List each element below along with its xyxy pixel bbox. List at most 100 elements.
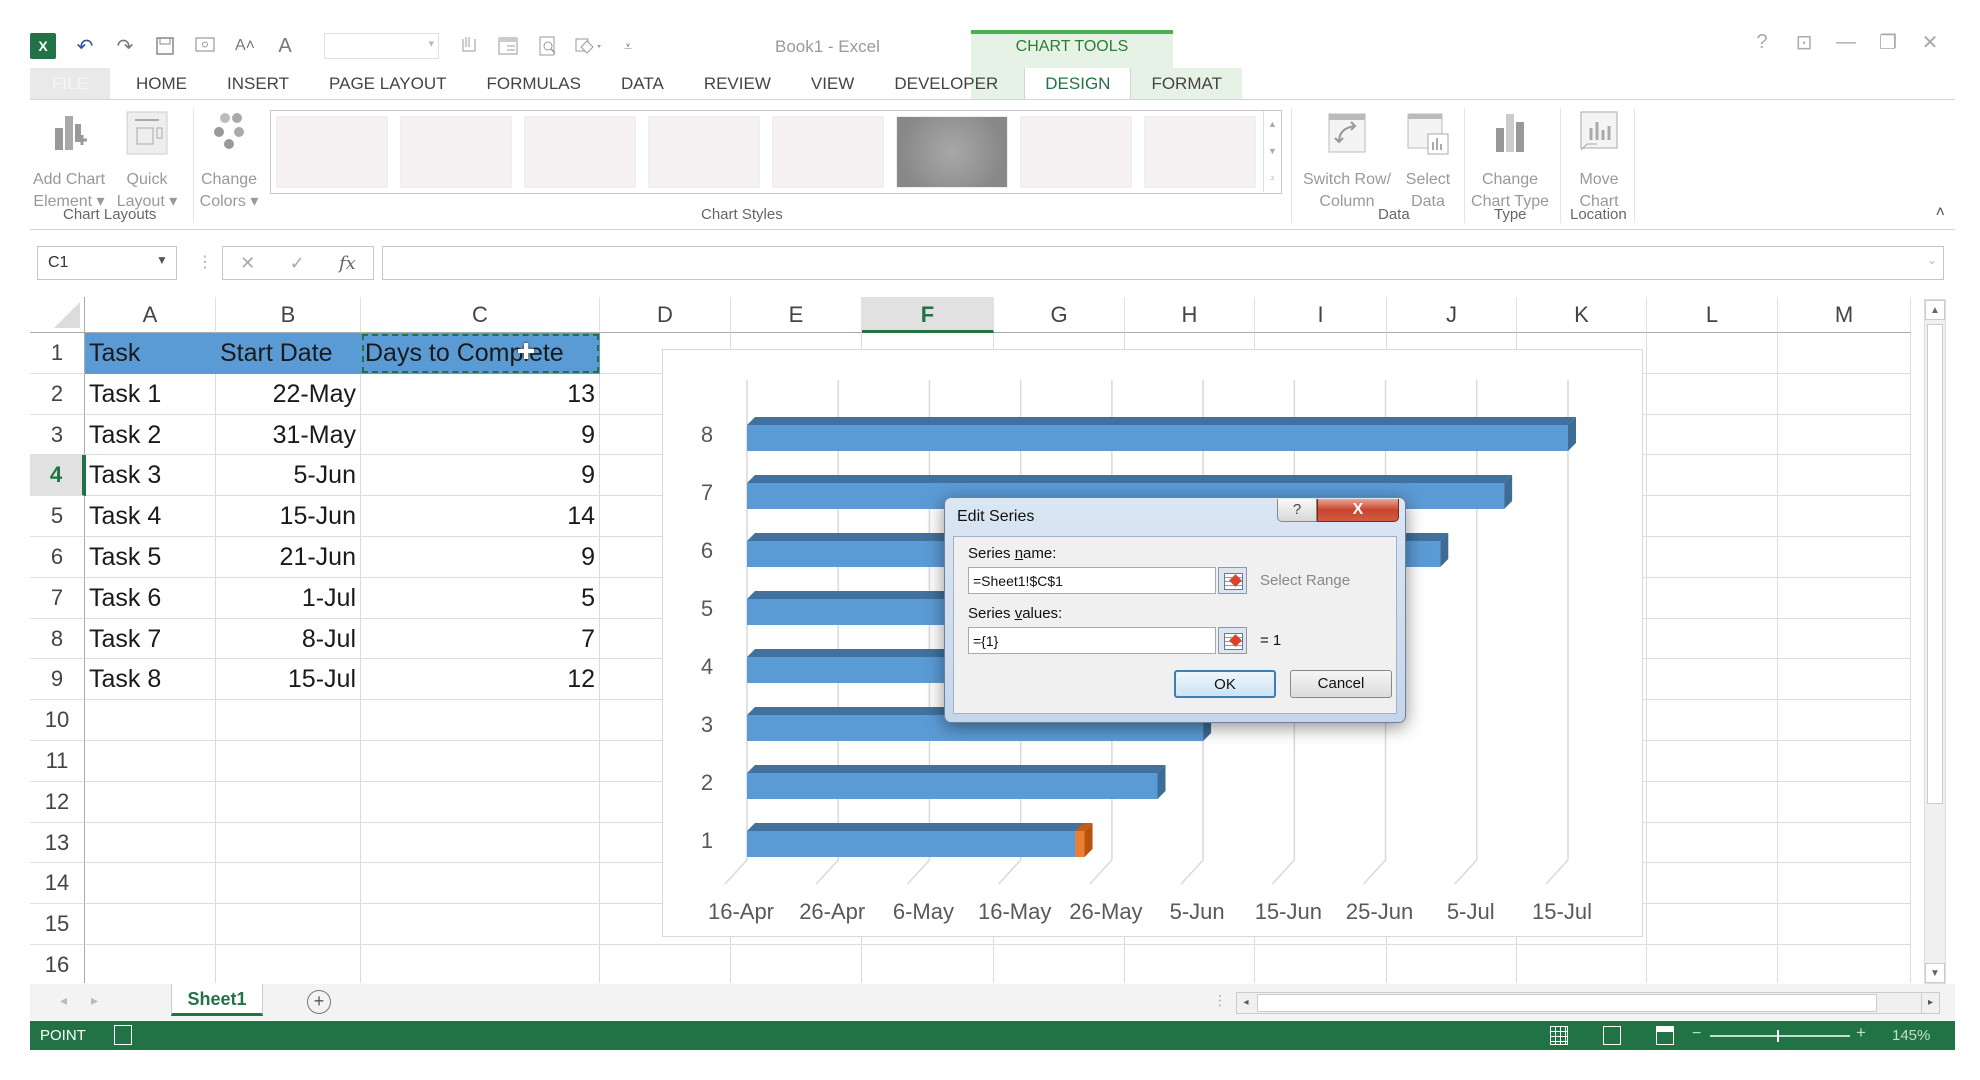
column-header-g[interactable]: G	[994, 297, 1125, 333]
cancel-button[interactable]: Cancel	[1290, 670, 1392, 698]
task-cell[interactable]: Task 4	[85, 496, 216, 537]
header-cell[interactable]: Start Date	[216, 333, 361, 374]
days-cell[interactable]: 13	[361, 373, 600, 415]
zoom-out-icon[interactable]: −	[1692, 1025, 1701, 1043]
series-name-range-button[interactable]	[1218, 567, 1247, 594]
prev-sheet-icon[interactable]: ◂	[60, 992, 91, 1008]
macro-record-icon[interactable]	[114, 1025, 132, 1045]
chart-style-7[interactable]	[1020, 116, 1132, 188]
hscroll-resize-handle[interactable]: ⋮	[1213, 992, 1227, 1009]
row-header-9[interactable]: 9	[30, 659, 85, 701]
zoom-slider[interactable]	[1710, 1035, 1850, 1037]
chart-style-8[interactable]	[1144, 116, 1256, 188]
shapes-icon[interactable]	[573, 32, 603, 60]
column-header-f[interactable]: F	[862, 297, 994, 333]
task-cell[interactable]: Task 7	[85, 618, 216, 660]
column-header-b[interactable]: B	[216, 297, 361, 333]
excel-logo-icon[interactable]: X	[30, 33, 56, 59]
print-preview-icon[interactable]	[533, 32, 563, 60]
column-header-m[interactable]: M	[1778, 297, 1911, 333]
task-cell[interactable]: Task 1	[85, 373, 216, 415]
start-date-cell[interactable]: 1-Jul	[216, 577, 361, 619]
normal-view-icon[interactable]	[1550, 1026, 1568, 1045]
sheet-tab-sheet1[interactable]: Sheet1	[171, 984, 263, 1016]
days-cell[interactable]: 14	[361, 496, 600, 537]
font-grow-icon[interactable]: A˄	[230, 32, 260, 60]
row-header-6[interactable]: 6	[30, 537, 85, 578]
days-cell[interactable]: 9	[361, 455, 600, 497]
restore-icon[interactable]: ❐	[1878, 30, 1898, 55]
row-header-15[interactable]: 15	[30, 904, 85, 945]
row-header-3[interactable]: 3	[30, 414, 85, 456]
row-header-8[interactable]: 8	[30, 618, 85, 660]
start-date-cell[interactable]: 8-Jul	[216, 618, 361, 660]
column-header-e[interactable]: E	[731, 297, 862, 333]
insert-function-icon[interactable]: fx	[339, 253, 356, 274]
change-chart-type-button[interactable]: Change Chart Type	[1466, 110, 1554, 213]
row-header-4[interactable]: 4	[30, 455, 85, 497]
font-color-icon[interactable]: A	[270, 32, 300, 60]
column-header-h[interactable]: H	[1125, 297, 1255, 333]
help-icon[interactable]: ?	[1752, 31, 1772, 54]
chart-style-3[interactable]	[524, 116, 636, 188]
chart-style-5[interactable]	[772, 116, 884, 188]
days-cell[interactable]: 9	[361, 537, 600, 578]
row-header-12[interactable]: 12	[30, 781, 85, 823]
days-cell[interactable]: 7	[361, 618, 600, 660]
tab-page-layout[interactable]: PAGE LAYOUT	[309, 68, 466, 100]
row-header-11[interactable]: 11	[30, 741, 85, 782]
scroll-right-icon[interactable]: ▸	[1921, 993, 1939, 1013]
task-cell[interactable]: Task 5	[85, 537, 216, 578]
tab-insert[interactable]: INSERT	[207, 68, 309, 100]
change-colors-button[interactable]: Change Colors ▾	[196, 110, 262, 213]
select-all-corner[interactable]	[30, 297, 85, 333]
tab-home[interactable]: HOME	[116, 68, 207, 100]
tab-developer[interactable]: DEVELOPER	[874, 68, 1018, 100]
minimize-icon[interactable]: —	[1836, 31, 1856, 54]
expand-formula-bar-icon[interactable]: ⌄	[1927, 253, 1937, 267]
next-sheet-icon[interactable]: ▸	[91, 992, 122, 1008]
series-name-input[interactable]: =Sheet1!$C$1	[968, 567, 1216, 594]
horizontal-scroll-thumb[interactable]	[1257, 994, 1877, 1012]
tab-formulas[interactable]: FORMULAS	[467, 68, 601, 100]
tab-data[interactable]: DATA	[601, 68, 684, 100]
add-chart-element-button[interactable]: Add Chart Element ▾	[30, 110, 108, 213]
days-cell[interactable]: 5	[361, 577, 600, 619]
start-date-cell[interactable]: 22-May	[216, 373, 361, 415]
form-icon[interactable]	[493, 32, 523, 60]
switch-row-column-button[interactable]: Switch Row/ Column	[1298, 110, 1396, 213]
collapse-ribbon-icon[interactable]: ˄	[1936, 204, 1945, 222]
ribbon-display-icon[interactable]: ⊡	[1794, 30, 1814, 55]
header-cell[interactable]: Task	[85, 333, 216, 374]
header-cell[interactable]: Days to Complete	[361, 333, 600, 374]
column-header-j[interactable]: J	[1387, 297, 1517, 333]
chart-style-4[interactable]	[648, 116, 760, 188]
task-cell[interactable]: Task 6	[85, 577, 216, 619]
select-data-button[interactable]: Select Data	[1398, 110, 1458, 213]
scroll-down-icon[interactable]: ▼	[1925, 963, 1945, 983]
quick-layout-button[interactable]: Quick Layout ▾	[112, 110, 182, 213]
ok-button[interactable]: OK	[1174, 670, 1276, 698]
close-icon[interactable]: ✕	[1920, 30, 1940, 55]
column-header-a[interactable]: A	[85, 297, 216, 333]
vertical-scrollbar[interactable]: ▲ ▼	[1924, 299, 1946, 984]
row-header-7[interactable]: 7	[30, 577, 85, 619]
start-date-cell[interactable]: 21-Jun	[216, 537, 361, 578]
undo-icon[interactable]: ↶	[70, 32, 100, 60]
start-date-cell[interactable]: 5-Jun	[216, 455, 361, 497]
gallery-more[interactable]: ⩡	[1263, 165, 1281, 192]
row-header-10[interactable]: 10	[30, 700, 85, 741]
vertical-scroll-thumb[interactable]	[1927, 324, 1943, 804]
row-header-14[interactable]: 14	[30, 863, 85, 905]
scroll-left-icon[interactable]: ◂	[1237, 993, 1255, 1013]
attach-icon[interactable]	[453, 32, 483, 60]
font-name-box[interactable]	[324, 33, 439, 59]
tab-file[interactable]: FILE	[30, 68, 110, 100]
gallery-scroll-up[interactable]: ▲	[1263, 111, 1281, 138]
task-cell[interactable]: Task 2	[85, 414, 216, 456]
series-values-range-button[interactable]	[1218, 627, 1247, 654]
chart-style-6[interactable]	[896, 116, 1008, 188]
gallery-scroll-down[interactable]: ▼	[1263, 138, 1281, 165]
dialog-help-button[interactable]: ?	[1277, 499, 1317, 522]
page-layout-view-icon[interactable]	[1603, 1026, 1621, 1045]
